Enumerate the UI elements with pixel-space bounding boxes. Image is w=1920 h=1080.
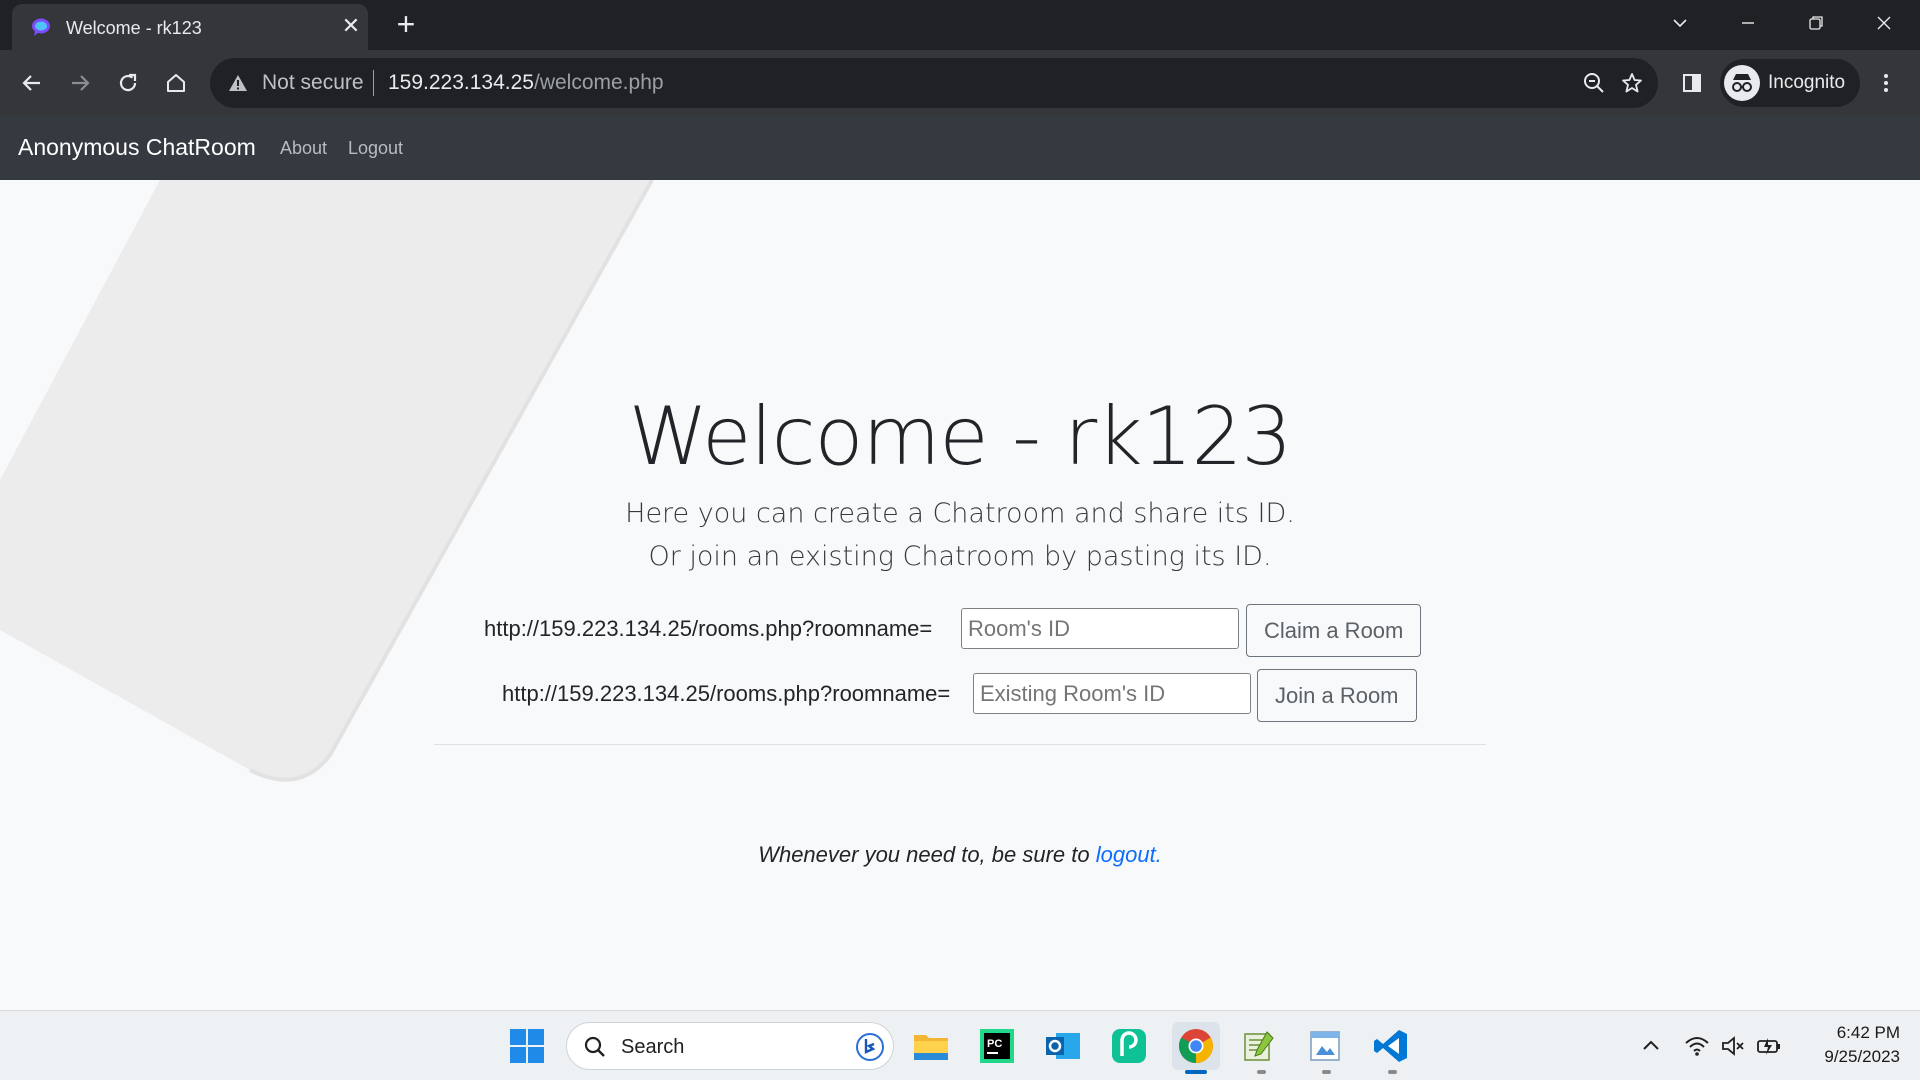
logout-reminder-text: Whenever you need to, be sure to — [758, 842, 1096, 867]
claim-room-button[interactable]: Claim a Room — [1246, 604, 1422, 657]
taskbar-search-box[interactable]: Search — [566, 1022, 894, 1070]
omnibox-separator — [373, 70, 374, 96]
logout-link[interactable]: logout. — [1096, 842, 1162, 867]
chevron-up-icon[interactable] — [1638, 1033, 1664, 1059]
url-path: /welcome.php — [533, 71, 664, 94]
forward-arrow-icon — [72, 75, 90, 91]
zoom-icon[interactable] — [1582, 71, 1606, 95]
volume-muted-icon[interactable] — [1720, 1033, 1746, 1059]
existing-room-id-input[interactable] — [973, 673, 1251, 714]
back-arrow-icon — [22, 75, 40, 91]
chat-favicon-icon — [32, 18, 50, 36]
file-explorer-icon[interactable] — [910, 1025, 952, 1067]
claim-url-prefix: http://159.223.134.25/rooms.php?roomname… — [484, 616, 933, 641]
vscode-icon[interactable] — [1370, 1025, 1412, 1067]
kebab-menu-icon — [1884, 74, 1888, 92]
viewer-running-indicator — [1322, 1070, 1331, 1074]
incognito-icon — [1724, 65, 1760, 101]
tab-close-icon[interactable]: ✕ — [338, 13, 364, 39]
close-window-icon[interactable] — [1860, 6, 1908, 40]
search-icon — [584, 1036, 605, 1057]
restore-icon[interactable] — [1792, 6, 1840, 40]
start-icon[interactable] — [506, 1025, 548, 1067]
security-label[interactable]: Not secure — [262, 71, 364, 95]
wifi-icon[interactable] — [1684, 1033, 1710, 1059]
notepad-plus-plus-icon[interactable] — [1238, 1025, 1280, 1067]
lead-line-join: Or join an existing Chatroom by pasting … — [648, 541, 1272, 572]
system-clock[interactable]: 6:42 PM 9/25/2023 — [1790, 1021, 1900, 1069]
browser-tab[interactable]: Welcome - rk123 ✕ — [12, 4, 368, 50]
tab-search-icon[interactable] — [1656, 6, 1704, 40]
reload-button[interactable] — [108, 63, 148, 103]
menu-button[interactable] — [1866, 63, 1906, 103]
picsart-icon[interactable] — [1108, 1025, 1150, 1067]
url-text[interactable]: 159.223.134.25/welcome.php — [388, 71, 664, 95]
pycharm-icon[interactable]: PC — [976, 1025, 1018, 1067]
reload-icon — [119, 73, 137, 92]
bookmark-star-icon[interactable] — [1620, 71, 1644, 95]
browser-toolbar: Not secure 159.223.134.25/welcome.php In… — [0, 50, 1920, 116]
warning-icon[interactable] — [226, 71, 250, 95]
join-url-prefix: http://159.223.134.25/rooms.php?roomname… — [502, 681, 951, 706]
page-content: Welcome - rk123 Here you can create a Ch… — [0, 180, 1920, 1010]
svg-text:PC: PC — [987, 1038, 1002, 1050]
battery-charging-icon[interactable] — [1756, 1033, 1782, 1059]
taskbar-search-placeholder: Search — [621, 1036, 685, 1058]
lead-line-create: Here you can create a Chatroom and share… — [625, 498, 1295, 529]
decorative-background-shape — [0, 180, 654, 782]
home-icon — [167, 74, 185, 92]
windows-taskbar: Search PC 6:42 PM 9/25/2023 — [0, 1010, 1920, 1080]
welcome-heading: Welcome - rk123 — [628, 390, 1293, 483]
chrome-icon[interactable] — [1172, 1022, 1220, 1070]
minimize-icon[interactable] — [1724, 6, 1772, 40]
new-tab-button[interactable]: + — [390, 8, 422, 41]
site-brand[interactable]: Anonymous ChatRoom — [18, 134, 256, 161]
nav-link-about[interactable]: About — [280, 138, 327, 159]
side-panel-button[interactable] — [1672, 63, 1712, 103]
vscode-running-indicator — [1388, 1070, 1397, 1074]
chrome-active-indicator — [1185, 1070, 1207, 1074]
logout-reminder: Whenever you need to, be sure to logout. — [0, 842, 1920, 868]
room-id-input[interactable] — [961, 608, 1239, 649]
notepad-running-indicator — [1257, 1070, 1266, 1074]
section-divider — [434, 744, 1486, 745]
incognito-profile-button[interactable]: Incognito — [1720, 59, 1860, 107]
image-viewer-icon[interactable] — [1304, 1025, 1346, 1067]
clock-time: 6:42 PM — [1836, 1023, 1900, 1042]
clock-date: 9/25/2023 — [1824, 1047, 1900, 1066]
back-button[interactable] — [12, 63, 52, 103]
browser-tab-strip: Welcome - rk123 ✕ + — [0, 0, 1920, 50]
home-button[interactable] — [156, 63, 196, 103]
outlook-icon[interactable] — [1042, 1025, 1084, 1067]
incognito-label: Incognito — [1768, 72, 1846, 93]
forward-button[interactable] — [60, 63, 100, 103]
nav-link-logout[interactable]: Logout — [348, 138, 403, 159]
tab-title: Welcome - rk123 — [66, 18, 202, 38]
site-navbar: Anonymous ChatRoom About Logout — [0, 116, 1920, 180]
address-bar[interactable]: Not secure 159.223.134.25/welcome.php — [210, 58, 1658, 108]
side-panel-icon — [1683, 74, 1701, 92]
url-host: 159.223.134.25 — [388, 71, 534, 94]
join-room-button[interactable]: Join a Room — [1257, 669, 1417, 722]
bing-icon[interactable] — [855, 1032, 885, 1062]
